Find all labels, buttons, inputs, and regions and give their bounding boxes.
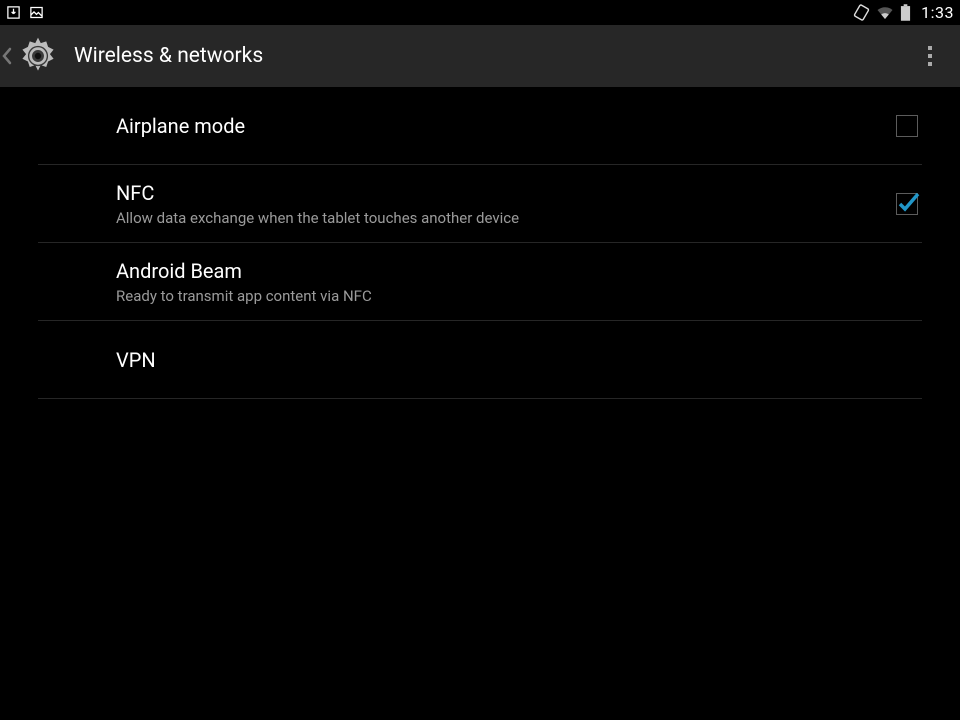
settings-gear-icon[interactable]: [14, 32, 62, 80]
row-nfc[interactable]: NFC Allow data exchange when the tablet …: [38, 165, 922, 243]
checkbox-airplane[interactable]: [896, 115, 918, 137]
status-bar: 1:33: [0, 0, 960, 25]
overflow-menu-button[interactable]: [910, 36, 950, 76]
row-subtitle: Allow data exchange when the tablet touc…: [116, 209, 896, 227]
wifi-icon: [876, 4, 894, 22]
back-caret-icon[interactable]: [0, 25, 14, 87]
row-subtitle: Ready to transmit app content via NFC: [116, 287, 922, 305]
rotation-icon: [853, 4, 870, 21]
page-title: Wireless & networks: [74, 44, 263, 68]
row-airplane-mode[interactable]: Airplane mode: [38, 87, 922, 165]
row-title: VPN: [116, 348, 922, 372]
row-vpn[interactable]: VPN: [38, 321, 922, 399]
checkbox-nfc[interactable]: [896, 193, 918, 215]
row-title: Airplane mode: [116, 114, 896, 138]
settings-list: Airplane mode NFC Allow data exchange wh…: [0, 87, 960, 399]
image-icon: [29, 5, 44, 20]
download-icon: [6, 5, 21, 20]
row-title: NFC: [116, 181, 896, 205]
row-title: Android Beam: [116, 259, 922, 283]
action-bar: Wireless & networks: [0, 25, 960, 87]
battery-icon: [900, 4, 911, 21]
status-clock: 1:33: [921, 3, 954, 22]
row-android-beam[interactable]: Android Beam Ready to transmit app conte…: [38, 243, 922, 321]
